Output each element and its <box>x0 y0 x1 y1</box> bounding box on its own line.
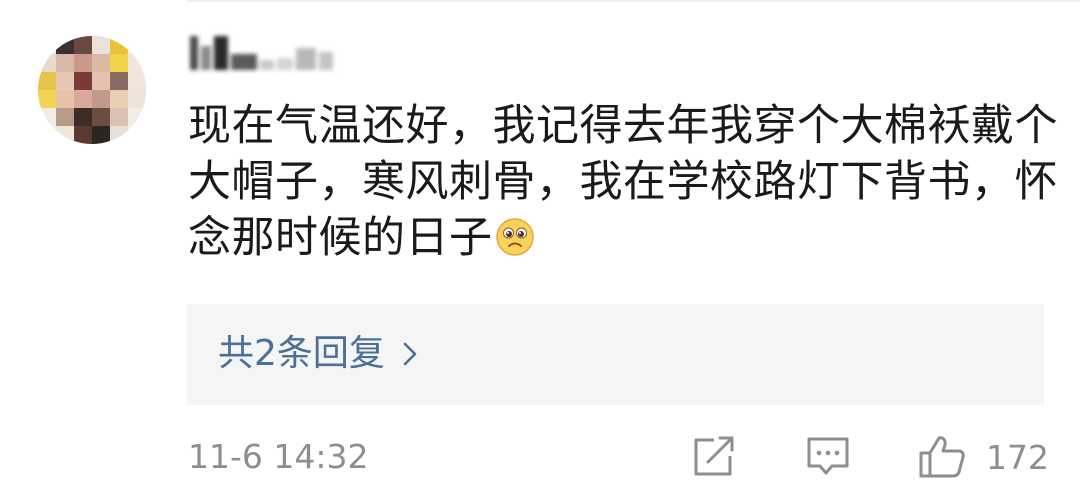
username-blurred <box>190 36 333 70</box>
comment-icon <box>807 437 849 475</box>
like-button[interactable]: 172 <box>918 434 1049 480</box>
username[interactable] <box>190 30 333 76</box>
thumbs-up-icon <box>919 436 965 478</box>
avatar-image <box>38 36 146 144</box>
avatar[interactable] <box>38 36 146 144</box>
share-button[interactable] <box>692 434 736 480</box>
chevron-right-icon <box>403 342 417 366</box>
replies-box[interactable]: 共2条回复 <box>187 304 1044 405</box>
top-divider <box>187 0 1080 2</box>
comment-body: 现在气温还好，我记得去年我穿个大棉袄戴个大帽子，寒风刺骨，我在学校路灯下背书，怀… <box>188 101 1058 263</box>
like-count: 172 <box>986 437 1049 477</box>
replies-label: 共2条回复 <box>218 333 385 374</box>
view-replies-link[interactable]: 共2条回复 <box>218 332 417 376</box>
pleading-face-icon <box>495 218 534 256</box>
timestamp: 11-6 14:32 <box>188 437 369 476</box>
edit-share-icon <box>694 436 734 476</box>
reply-button[interactable] <box>806 434 850 480</box>
comment-text: 现在气温还好，我记得去年我穿个大棉袄戴个大帽子，寒风刺骨，我在学校路灯下背书，怀… <box>188 98 1058 266</box>
